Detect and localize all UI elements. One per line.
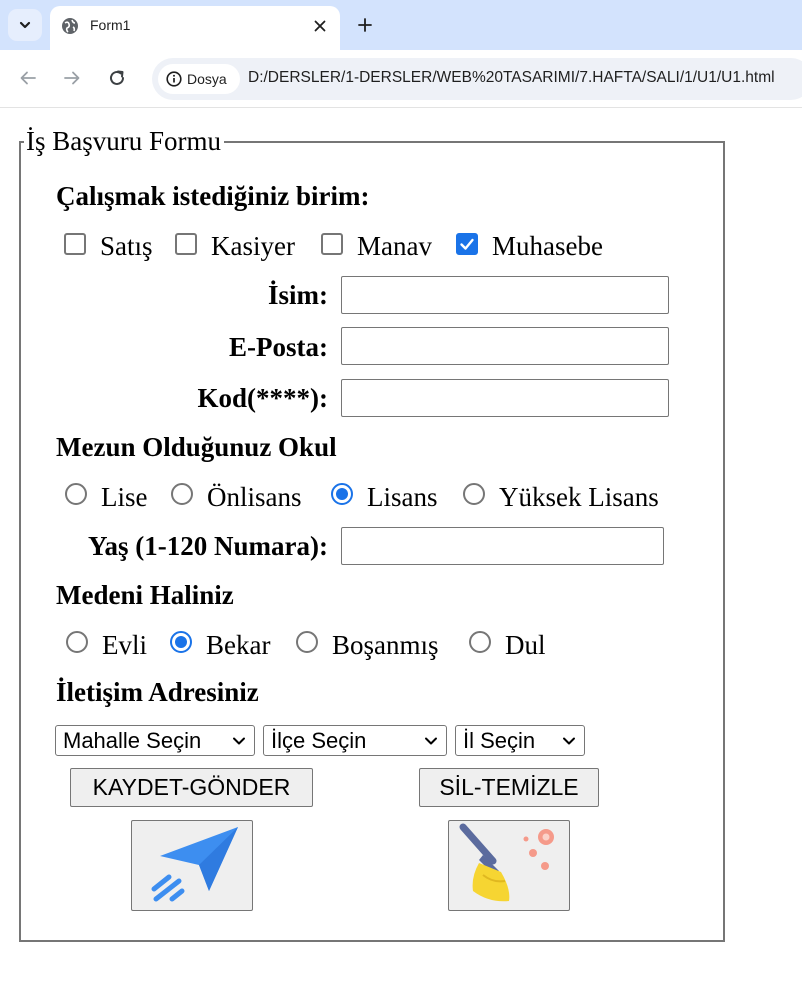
email-label: E-Posta: — [229, 332, 328, 362]
url-text[interactable]: D:/DERSLER/1-DERSLER/WEB%20TASARIMI/7.HA… — [248, 69, 775, 87]
close-icon — [314, 20, 326, 32]
site-chip-label: Dosya — [187, 71, 227, 87]
radio-evli-label: Evli — [102, 630, 147, 660]
checkbox-manav-label: Manav — [357, 231, 432, 261]
radio-onlisans[interactable] — [171, 483, 193, 505]
name-input[interactable] — [341, 276, 669, 314]
radio-onlisans-label: Önlisans — [207, 482, 302, 512]
code-input[interactable] — [341, 379, 669, 417]
chevron-down-icon — [425, 737, 437, 745]
browser-tab[interactable]: Form1 — [50, 6, 340, 50]
chevron-down-icon — [233, 737, 245, 745]
radio-lisans[interactable] — [331, 483, 353, 505]
checkbox-kasiyer[interactable] — [175, 233, 197, 255]
name-label: İsim: — [268, 280, 328, 310]
chevron-down-icon — [563, 737, 575, 745]
tab-title: Form1 — [90, 17, 131, 33]
radio-bosanmis-label: Boşanmış — [332, 630, 439, 660]
radio-bekar[interactable] — [170, 631, 192, 653]
code-label: Kod(****): — [197, 383, 329, 413]
address-bar[interactable]: Dosya D:/DERSLER/1-DERSLER/WEB%20TASARIM… — [152, 58, 802, 100]
globe-icon — [62, 18, 78, 34]
city-select-value: İl Seçin — [463, 728, 536, 753]
clear-image-button[interactable] — [448, 820, 570, 911]
checkbox-manav[interactable] — [321, 233, 343, 255]
radio-bekar-label: Bekar — [206, 630, 271, 660]
radio-evli[interactable] — [66, 631, 88, 653]
tab-strip: Form1 — [0, 0, 802, 50]
district-select-value: İlçe Seçin — [271, 728, 367, 753]
radio-lisans-label: Lisans — [367, 482, 438, 512]
marital-heading: Medeni Haliniz — [56, 580, 234, 610]
neighborhood-select[interactable]: Mahalle Seçin — [55, 725, 255, 756]
neighborhood-select-value: Mahalle Seçin — [63, 728, 202, 753]
radio-yuksek-lisans-label: Yüksek Lisans — [499, 482, 659, 512]
checkbox-kasiyer-label: Kasiyer — [211, 231, 295, 261]
radio-lise-label: Lise — [101, 482, 148, 512]
radio-dul[interactable] — [469, 631, 491, 653]
school-heading: Mezun Olduğunuz Okul — [56, 432, 337, 462]
city-select[interactable]: İl Seçin — [455, 725, 585, 756]
checkmark-icon — [460, 238, 474, 250]
checkbox-satis-label: Satış — [100, 231, 153, 261]
reload-icon — [110, 70, 124, 85]
email-input[interactable] — [341, 327, 669, 365]
checkbox-muhasebe[interactable] — [456, 233, 478, 255]
radio-lise[interactable] — [65, 483, 87, 505]
back-button[interactable] — [17, 67, 39, 89]
broom-icon — [459, 823, 554, 902]
address-heading: İletişim Adresiniz — [56, 677, 259, 707]
district-select[interactable]: İlçe Seçin — [263, 725, 447, 756]
forward-button[interactable] — [61, 67, 83, 89]
save-submit-button[interactable]: KAYDET-GÖNDER — [70, 768, 313, 807]
checkbox-satis[interactable] — [64, 233, 86, 255]
age-input[interactable] — [341, 527, 664, 565]
site-info-chip[interactable]: Dosya — [158, 64, 240, 94]
close-tab-button[interactable] — [310, 16, 330, 36]
reload-button[interactable] — [106, 67, 128, 89]
browser-toolbar: Dosya D:/DERSLER/1-DERSLER/WEB%20TASARIM… — [0, 50, 802, 108]
info-icon — [166, 71, 182, 87]
new-tab-button[interactable] — [354, 14, 376, 36]
tab-search-button[interactable] — [8, 9, 42, 41]
chevron-down-icon — [19, 21, 31, 29]
send-image-button[interactable] — [131, 820, 253, 911]
arrow-left-icon — [20, 71, 36, 85]
paper-plane-icon — [151, 827, 238, 902]
unit-heading: Çalışmak istediğiniz birim: — [56, 181, 370, 211]
arrow-right-icon — [64, 71, 80, 85]
plus-icon — [358, 18, 372, 32]
checkbox-muhasebe-label: Muhasebe — [492, 231, 603, 261]
age-label: Yaş (1-120 Numara): — [88, 531, 328, 561]
clear-reset-button[interactable]: SİL-TEMİZLE — [419, 768, 599, 807]
radio-yuksek-lisans[interactable] — [463, 483, 485, 505]
form-legend: İş Başvuru Formu — [24, 124, 224, 158]
radio-dul-label: Dul — [505, 630, 546, 660]
radio-bosanmis[interactable] — [296, 631, 318, 653]
